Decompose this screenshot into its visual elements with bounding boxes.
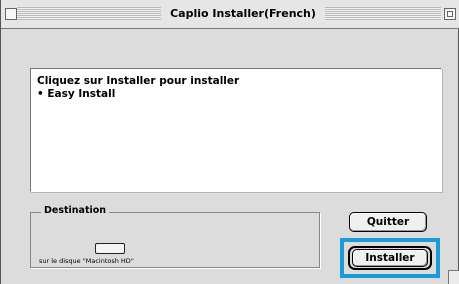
title-stripes-left [17,7,163,20]
close-box[interactable] [5,8,17,20]
default-button-ring: Installer [348,246,432,270]
title-stripes-right [323,7,441,20]
install-info-box: Cliquez sur Installer pour installer • E… [30,68,442,192]
destination-disk-caption: sur le disque "Macintosh HD" [39,257,134,265]
resize-handle[interactable] [448,270,459,284]
installer-window: Caplio Installer(French) Cliquez sur Ins… [0,0,459,284]
install-instruction: Cliquez sur Installer pour installer [37,75,240,87]
install-type: • Easy Install [37,88,116,100]
quit-button[interactable]: Quitter [349,212,427,232]
hard-disk-icon[interactable] [95,243,125,254]
install-button[interactable]: Installer [352,249,428,267]
window-title: Caplio Installer(French) [161,5,325,23]
install-button-highlight: Installer [340,238,440,278]
zoom-box[interactable] [444,8,456,20]
destination-label: Destination [41,205,110,216]
title-bar[interactable]: Caplio Installer(French) [1,0,459,29]
destination-group: Destination sur le disque "Macintosh HD" [30,205,320,268]
